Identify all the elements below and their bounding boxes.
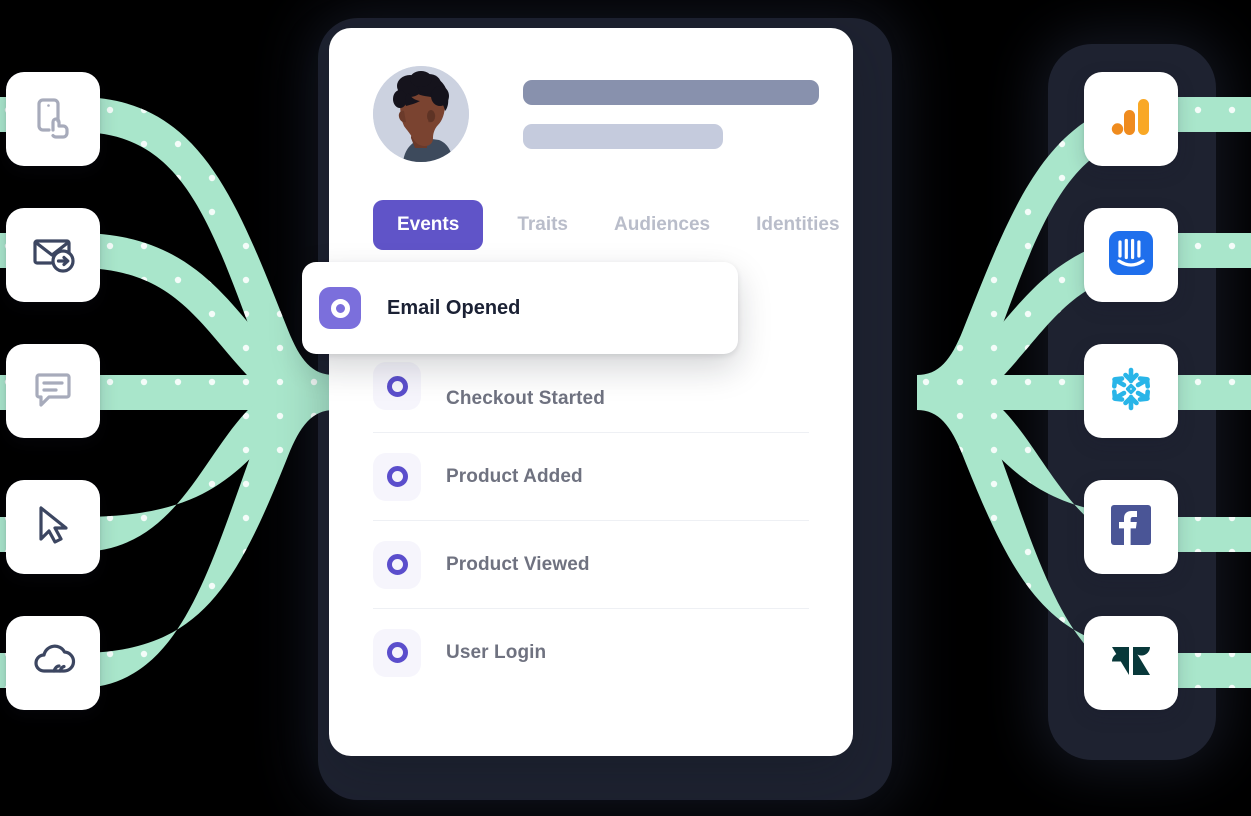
- facebook-icon: [1104, 498, 1158, 557]
- source-tile-email-send[interactable]: [6, 208, 100, 302]
- email-send-icon: [27, 227, 79, 284]
- subtitle-placeholder-bar: [523, 123, 723, 149]
- tab-identities[interactable]: Identities: [756, 214, 839, 236]
- event-label: Checkout Started: [446, 388, 605, 409]
- toast-label: Email Opened: [387, 296, 521, 319]
- event-label: User Login: [446, 641, 547, 663]
- diagram-canvas: Events Traits Audiences Identities Check…: [0, 0, 1251, 816]
- avatar: [373, 66, 469, 162]
- google-analytics-icon: [1105, 91, 1157, 148]
- event-ring-icon: [373, 452, 421, 501]
- cursor-arrow-icon: [27, 499, 79, 556]
- name-placeholder-bar: [523, 79, 819, 105]
- event-ring-icon: [373, 628, 421, 677]
- profile-tabs: Events Traits Audiences Identities: [373, 200, 853, 250]
- event-row[interactable]: Product Added: [373, 433, 809, 521]
- event-ring-icon: [373, 362, 421, 410]
- profile-header: [373, 66, 819, 162]
- event-row[interactable]: Product Viewed: [373, 521, 809, 609]
- tab-events[interactable]: Events: [373, 200, 484, 250]
- tab-traits[interactable]: Traits: [517, 214, 568, 236]
- event-row[interactable]: User Login: [373, 609, 809, 696]
- destination-tile-intercom[interactable]: [1084, 208, 1178, 302]
- mobile-tap-icon: [28, 92, 78, 147]
- tab-audiences[interactable]: Audiences: [614, 214, 710, 236]
- profile-card: Events Traits Audiences Identities Check…: [329, 28, 853, 756]
- source-tile-cursor[interactable]: [6, 480, 100, 574]
- destination-tile-facebook[interactable]: [1084, 480, 1178, 574]
- source-tile-chat[interactable]: [6, 344, 100, 438]
- destination-tile-zendesk[interactable]: [1084, 616, 1178, 710]
- chat-bubble-icon: [27, 363, 79, 420]
- profile-placeholder-bars: [523, 79, 819, 149]
- event-label: Product Viewed: [446, 553, 590, 575]
- source-tile-mobile-tap[interactable]: [6, 72, 100, 166]
- zendesk-icon: [1104, 634, 1158, 693]
- cloud-icon: [27, 635, 79, 692]
- event-ring-icon: [319, 287, 361, 329]
- event-label: Product Added: [446, 465, 583, 487]
- event-ring-icon: [373, 540, 421, 589]
- intercom-icon: [1104, 226, 1158, 285]
- event-toast-card[interactable]: Email Opened: [302, 262, 738, 354]
- snowflake-icon: [1104, 362, 1158, 421]
- source-tile-cloud[interactable]: [6, 616, 100, 710]
- destination-tile-snowflake[interactable]: [1084, 344, 1178, 438]
- destination-tile-google-analytics[interactable]: [1084, 72, 1178, 166]
